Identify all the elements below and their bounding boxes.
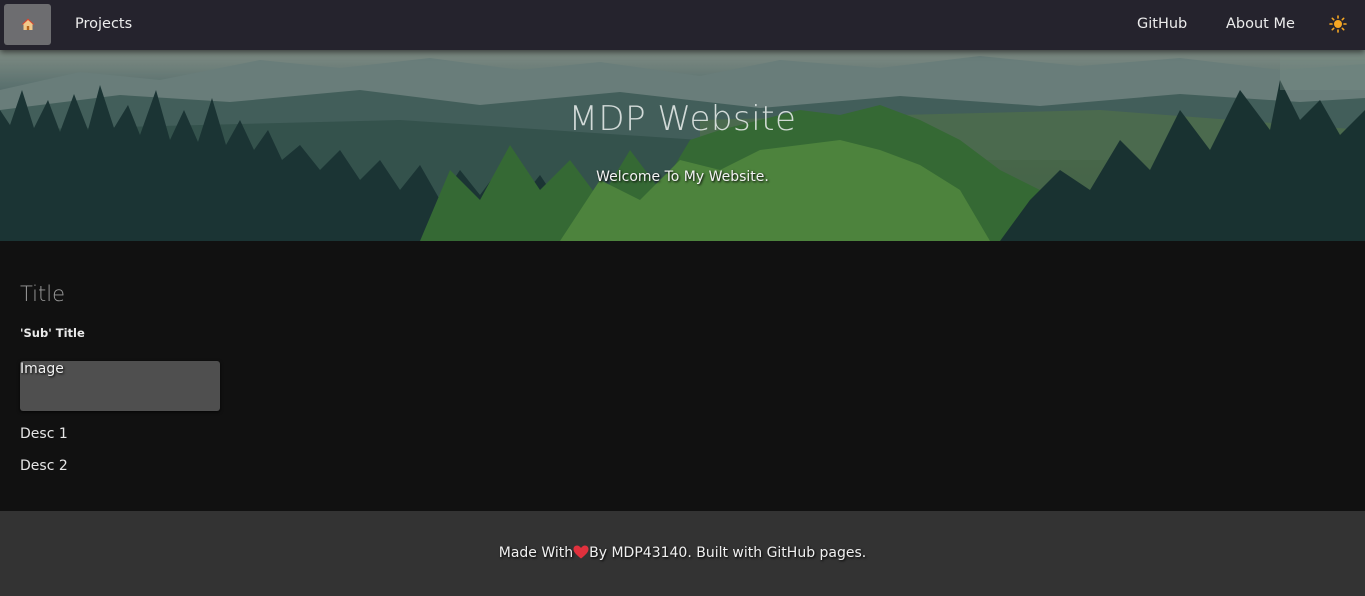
theme-toggle-button[interactable] bbox=[1329, 15, 1347, 33]
image-placeholder-label: Image bbox=[20, 361, 64, 377]
image-placeholder: Image bbox=[20, 361, 220, 411]
footer-made-with: Made With bbox=[498, 545, 574, 561]
heart-icon bbox=[573, 545, 589, 559]
hero-subtitle: Welcome To My Website. bbox=[596, 169, 769, 185]
navbar: Projects GitHub About Me bbox=[0, 0, 1365, 50]
main-content: Title 'Sub' Title Image Desc 1 Desc 2 bbox=[0, 241, 1365, 511]
nav-github-link[interactable]: GitHub bbox=[1137, 16, 1187, 32]
hero-title: MDP Website bbox=[568, 99, 797, 139]
nav-about-link[interactable]: About Me bbox=[1226, 16, 1295, 32]
hero-banner: MDP Website Welcome To My Website. bbox=[0, 50, 1365, 241]
house-icon bbox=[21, 18, 34, 30]
section-title: Title bbox=[20, 282, 66, 306]
forest-landscape-image bbox=[0, 50, 1365, 241]
description-2: Desc 2 bbox=[20, 458, 68, 474]
section-subtitle: 'Sub' Title bbox=[20, 326, 85, 340]
description-1: Desc 1 bbox=[20, 426, 68, 442]
sun-icon bbox=[1329, 15, 1347, 33]
home-button[interactable] bbox=[4, 4, 51, 45]
footer-text: Made With By MDP43140. Built with GitHub… bbox=[0, 545, 1365, 561]
footer-credit: By MDP43140. Built with GitHub pages. bbox=[589, 545, 867, 561]
nav-projects-link[interactable]: Projects bbox=[75, 16, 132, 32]
footer: Made With By MDP43140. Built with GitHub… bbox=[0, 511, 1365, 596]
